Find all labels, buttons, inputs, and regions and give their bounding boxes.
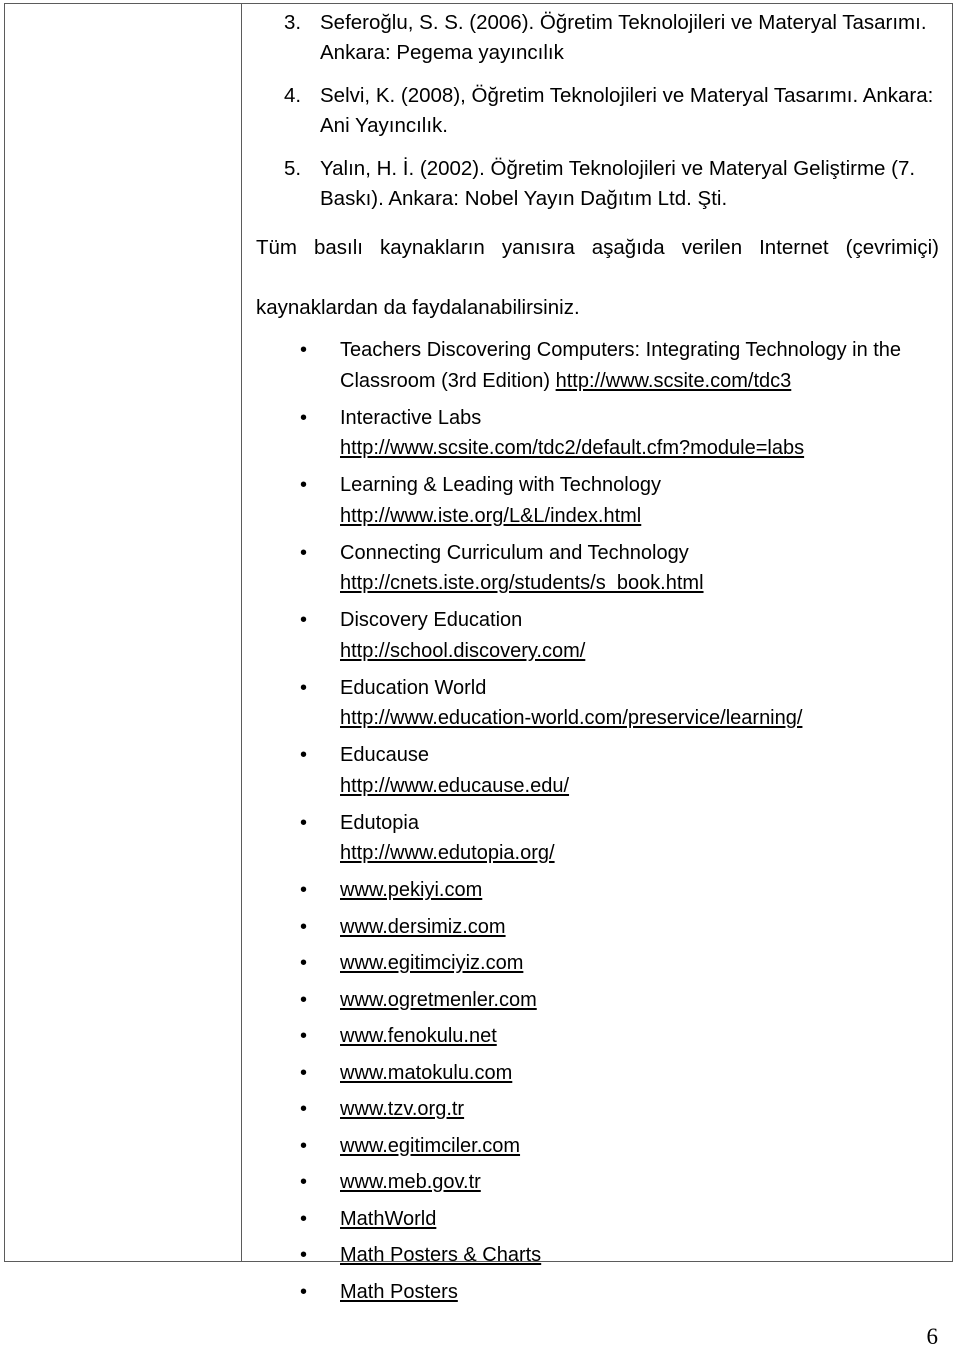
bullet-icon: • — [300, 744, 308, 766]
reference-item: 5. Yalın, H. İ. (2002). Öğretim Teknoloj… — [256, 154, 943, 213]
reference-number: 4. — [284, 84, 302, 107]
resource-title: Interactive Labs — [340, 406, 482, 429]
resource-title: Discovery Education — [340, 609, 523, 631]
list-item[interactable]: • www.dersimiz.com — [256, 912, 943, 943]
resource-link[interactable]: http://www.educause.edu/ — [340, 771, 943, 802]
resource-link[interactable]: www.ogretmenler.com — [340, 985, 537, 1016]
resource-link[interactable]: http://www.scsite.com/tdc2/default.cfm?m… — [340, 433, 943, 464]
list-item[interactable]: • Learning & Leading with Technology htt… — [256, 470, 943, 531]
numbered-reference-list: 3. Seferoğlu, S. S. (2006). Öğretim Tekn… — [256, 8, 943, 213]
resource-link[interactable]: www.fenokulu.net — [340, 1021, 497, 1052]
internet-resources-list: • Teachers Discovering Computers: Integr… — [256, 335, 943, 1307]
reference-text: Seferoğlu, S. S. (2006). Öğretim Teknolo… — [320, 11, 927, 64]
bullet-icon: • — [300, 1171, 308, 1193]
bullet-icon: • — [300, 541, 308, 564]
resource-link[interactable]: www.egitimciyiz.com — [340, 948, 523, 979]
reference-number: 5. — [284, 157, 302, 180]
resource-title: Connecting Curriculum and Technology — [340, 541, 689, 564]
reference-text: Selvi, K. (2008), Öğretim Teknolojileri … — [320, 84, 934, 137]
resource-title: Education World — [340, 676, 487, 699]
bullet-icon: • — [300, 339, 308, 361]
list-item[interactable]: • www.egitimciler.com — [256, 1131, 943, 1162]
bullet-icon: • — [300, 988, 308, 1011]
reference-number: 3. — [284, 11, 302, 34]
bullet-icon: • — [300, 811, 308, 834]
list-item[interactable]: • Math Posters & Charts — [256, 1240, 943, 1271]
list-item[interactable]: • Educause http://www.educause.edu/ — [256, 740, 943, 801]
list-item[interactable]: • www.egitimciyiz.com — [256, 948, 943, 979]
references-table: 3. Seferoğlu, S. S. (2006). Öğretim Tekn… — [4, 3, 953, 1303]
list-item[interactable]: • Discovery Education http://school.disc… — [256, 605, 943, 666]
bullet-icon: • — [300, 1061, 308, 1084]
list-item[interactable]: • Teachers Discovering Computers: Integr… — [256, 335, 943, 396]
list-item[interactable]: • Edutopia http://www.edutopia.org/ — [256, 808, 943, 869]
list-item[interactable]: • www.pekiyi.com — [256, 875, 943, 906]
list-item[interactable]: • www.matokulu.com — [256, 1058, 943, 1089]
bullet-icon: • — [300, 1025, 308, 1047]
resource-link[interactable]: MathWorld — [340, 1204, 436, 1235]
page-number: 6 — [926, 1324, 939, 1349]
list-item[interactable]: • www.meb.gov.tr — [256, 1167, 943, 1198]
bullet-icon: • — [300, 609, 308, 631]
list-item[interactable]: • www.fenokulu.net — [256, 1021, 943, 1052]
list-item[interactable]: • www.ogretmenler.com — [256, 985, 943, 1016]
reference-item: 4. Selvi, K. (2008), Öğretim Teknolojile… — [256, 81, 943, 140]
table-left-column — [5, 4, 242, 1261]
resource-link[interactable]: www.egitimciler.com — [340, 1131, 520, 1162]
list-item[interactable]: • Education World http://www.education-w… — [256, 673, 943, 734]
resource-link[interactable]: http://www.iste.org/L&L/index.html — [340, 501, 943, 532]
bullet-icon: • — [300, 676, 308, 699]
list-item[interactable]: • Math Posters — [256, 1277, 943, 1308]
resource-title: Learning & Leading with Technology — [340, 474, 661, 496]
list-item[interactable]: • Interactive Labs http://www.scsite.com… — [256, 403, 943, 464]
intro-line-2: kaynaklardan da faydalanabilirsiniz. — [256, 296, 580, 319]
intro-line-1: Tüm basılı kaynakların yanısıra aşağıda … — [256, 236, 939, 259]
bullet-icon: • — [300, 474, 308, 496]
resource-link[interactable]: http://www.scsite.com/tdc3 — [556, 370, 792, 392]
resource-link[interactable]: www.tzv.org.tr — [340, 1094, 464, 1125]
bullet-icon: • — [300, 1207, 308, 1230]
list-item[interactable]: • www.tzv.org.tr — [256, 1094, 943, 1125]
resource-link[interactable]: Math Posters & Charts — [340, 1240, 541, 1271]
bullet-icon: • — [300, 1098, 308, 1120]
bullet-icon: • — [300, 1244, 308, 1266]
resource-title: Educause — [340, 744, 429, 766]
reference-item: 3. Seferoğlu, S. S. (2006). Öğretim Tekn… — [256, 8, 943, 67]
resource-link[interactable]: www.meb.gov.tr — [340, 1167, 481, 1198]
resource-title: Edutopia — [340, 811, 419, 834]
table-right-column: 3. Seferoğlu, S. S. (2006). Öğretim Tekn… — [242, 4, 952, 1303]
reference-text: Yalın, H. İ. (2002). Öğretim Teknolojile… — [320, 157, 916, 210]
resource-link[interactable]: www.dersimiz.com — [340, 912, 506, 943]
resource-link[interactable]: http://cnets.iste.org/students/s_book.ht… — [340, 568, 943, 599]
resource-link[interactable]: www.matokulu.com — [340, 1058, 512, 1089]
bullet-icon: • — [300, 952, 308, 974]
bullet-icon: • — [300, 915, 308, 938]
bullet-icon: • — [300, 1280, 308, 1303]
bullet-icon: • — [300, 1134, 308, 1157]
bullet-icon: • — [300, 879, 308, 901]
document-page: 3. Seferoğlu, S. S. (2006). Öğretim Tekn… — [0, 0, 960, 1360]
list-item[interactable]: • MathWorld — [256, 1204, 943, 1235]
list-item[interactable]: • Connecting Curriculum and Technology h… — [256, 538, 943, 599]
resource-link[interactable]: http://school.discovery.com/ — [340, 636, 943, 667]
resource-link[interactable]: http://www.education-world.com/preservic… — [340, 703, 943, 734]
resource-link[interactable]: www.pekiyi.com — [340, 875, 482, 906]
bullet-icon: • — [300, 406, 308, 429]
intro-paragraph: Tüm basılı kaynakların yanısıra aşağıda … — [256, 233, 941, 323]
resource-link[interactable]: http://www.edutopia.org/ — [340, 838, 943, 869]
resource-link[interactable]: Math Posters — [340, 1277, 458, 1308]
